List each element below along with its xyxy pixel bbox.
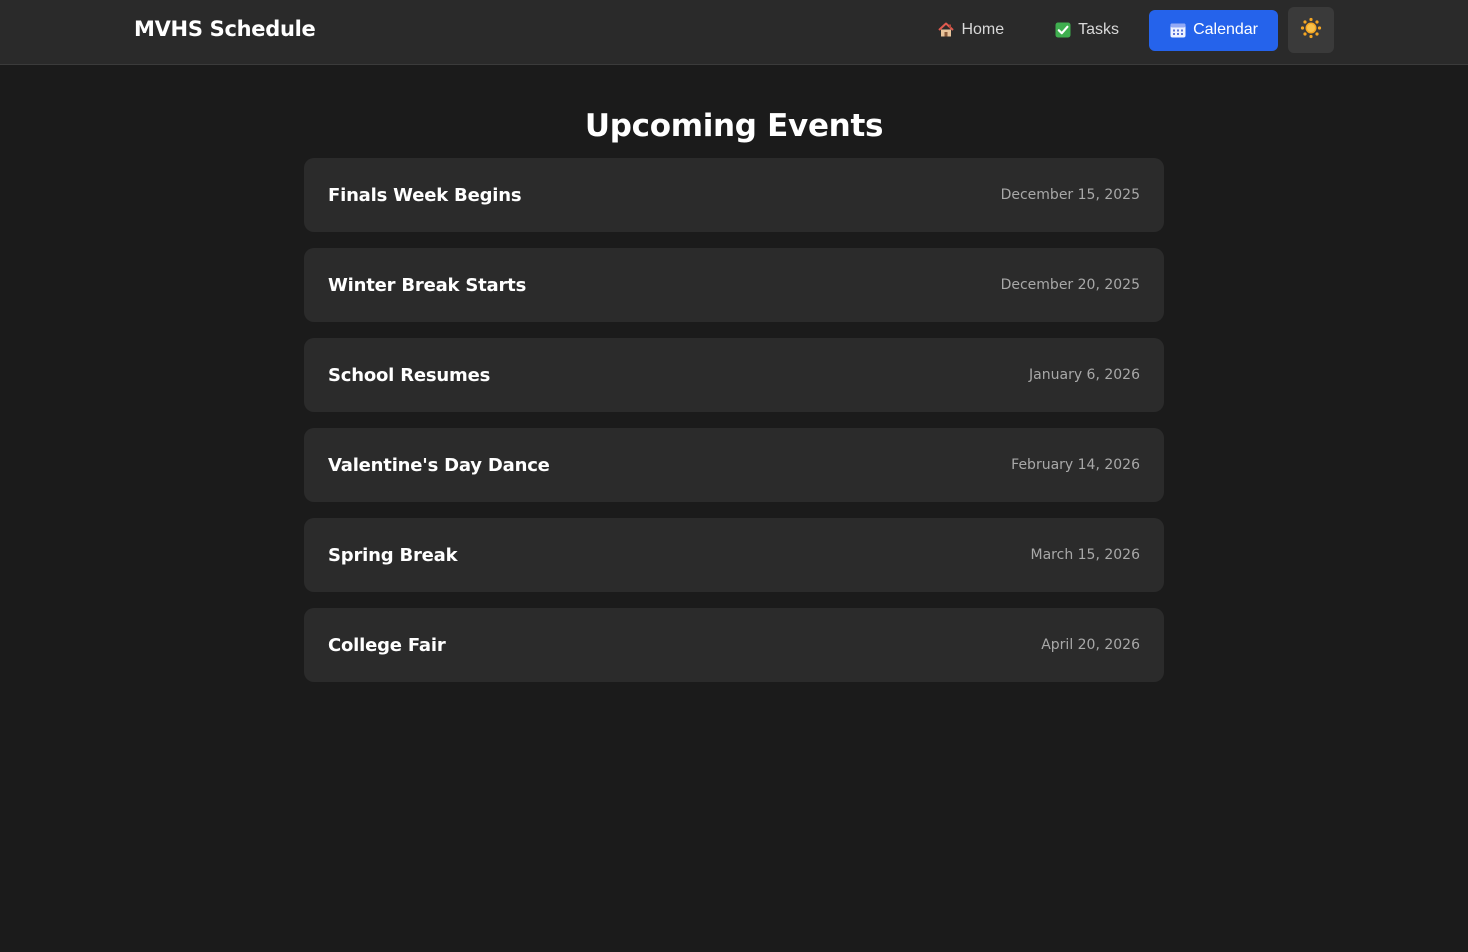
calendar-icon: [1169, 21, 1187, 39]
event-date: March 15, 2026: [1030, 547, 1140, 563]
event-date: February 14, 2026: [1011, 457, 1140, 473]
nav-home-link[interactable]: Home: [917, 10, 1024, 51]
brand-title[interactable]: MVHS Schedule: [134, 17, 316, 41]
event-card[interactable]: Spring Break March 15, 2026: [304, 518, 1164, 592]
page-title: Upcoming Events: [584, 108, 884, 144]
event-date: December 15, 2025: [1000, 187, 1140, 203]
event-date: December 20, 2025: [1000, 277, 1140, 293]
event-card[interactable]: Valentine's Day Dance February 14, 2026: [304, 428, 1164, 502]
event-card[interactable]: Finals Week Begins December 15, 2025: [304, 158, 1164, 232]
event-name: College Fair: [328, 634, 446, 656]
nav-calendar-label: Calendar: [1193, 21, 1258, 38]
sun-icon: [1300, 17, 1322, 43]
event-card[interactable]: Winter Break Starts December 20, 2025: [304, 248, 1164, 322]
event-name: School Resumes: [328, 364, 491, 386]
nav-calendar-link[interactable]: Calendar: [1149, 9, 1278, 51]
theme-toggle-button[interactable]: [1288, 7, 1334, 53]
nav-tasks-link[interactable]: Tasks: [1034, 10, 1139, 51]
nav-tasks-label: Tasks: [1078, 21, 1120, 38]
event-name: Valentine's Day Dance: [328, 454, 550, 476]
event-card[interactable]: College Fair April 20, 2026: [304, 608, 1164, 682]
event-date: April 20, 2026: [1041, 637, 1140, 653]
event-name: Winter Break Starts: [328, 274, 527, 296]
event-name: Spring Break: [328, 544, 458, 566]
events-list: Finals Week Begins December 15, 2025 Win…: [304, 158, 1164, 698]
event-name: Finals Week Begins: [328, 184, 522, 206]
nav-home-label: Home: [961, 21, 1005, 38]
house-icon: [937, 21, 955, 39]
nav-links: Home Tasks Calendar: [907, 7, 1334, 53]
checkbox-icon: [1054, 21, 1072, 39]
navbar: MVHS Schedule Home Tasks Calendar: [0, 0, 1468, 65]
event-date: January 6, 2026: [1029, 367, 1140, 383]
event-card[interactable]: School Resumes January 6, 2026: [304, 338, 1164, 412]
